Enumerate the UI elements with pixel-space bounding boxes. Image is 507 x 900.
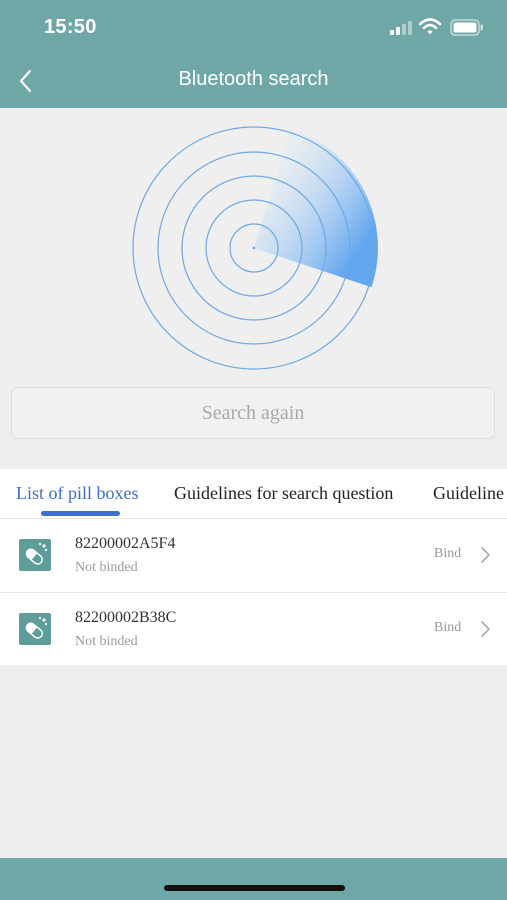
home-indicator[interactable] (164, 885, 345, 891)
header: 15:50 Bluetooth search (0, 0, 507, 108)
radar-scan-animation (132, 126, 378, 370)
battery-icon (450, 19, 483, 36)
status-time: 15:50 (44, 16, 97, 38)
device-status: Not binded (75, 560, 138, 575)
device-row[interactable]: 82200002B38C Not binded Bind (0, 593, 507, 665)
tab-search-guidelines[interactable]: Guidelines for search question (174, 483, 393, 504)
chevron-right-icon (481, 621, 490, 637)
tab-bar: List of pill boxes Guidelines for search… (0, 469, 507, 519)
bottom-bar (0, 858, 507, 900)
device-id: 82200002B38C (75, 609, 177, 626)
nav-bar: Bluetooth search (0, 56, 507, 108)
pill-box-icon (19, 539, 51, 571)
page-title: Bluetooth search (178, 68, 329, 90)
device-status: Not binded (75, 634, 138, 649)
wifi-icon (419, 18, 441, 35)
active-tab-indicator (41, 511, 120, 516)
tab-pill-box-list[interactable]: List of pill boxes (16, 483, 139, 504)
bind-button[interactable]: Bind (434, 620, 461, 636)
cellular-signal-icon (390, 21, 412, 35)
device-list: 82200002A5F4 Not binded Bind 82200002B38… (0, 519, 507, 665)
tab-guidelines[interactable]: Guideline (433, 483, 504, 504)
bind-button[interactable]: Bind (434, 546, 461, 562)
search-again-button[interactable]: Search again (11, 387, 495, 439)
device-row[interactable]: 82200002A5F4 Not binded Bind (0, 519, 507, 593)
pill-box-icon (19, 613, 51, 645)
status-bar: 15:50 (0, 0, 507, 56)
chevron-right-icon (481, 547, 490, 563)
device-id: 82200002A5F4 (75, 535, 176, 552)
